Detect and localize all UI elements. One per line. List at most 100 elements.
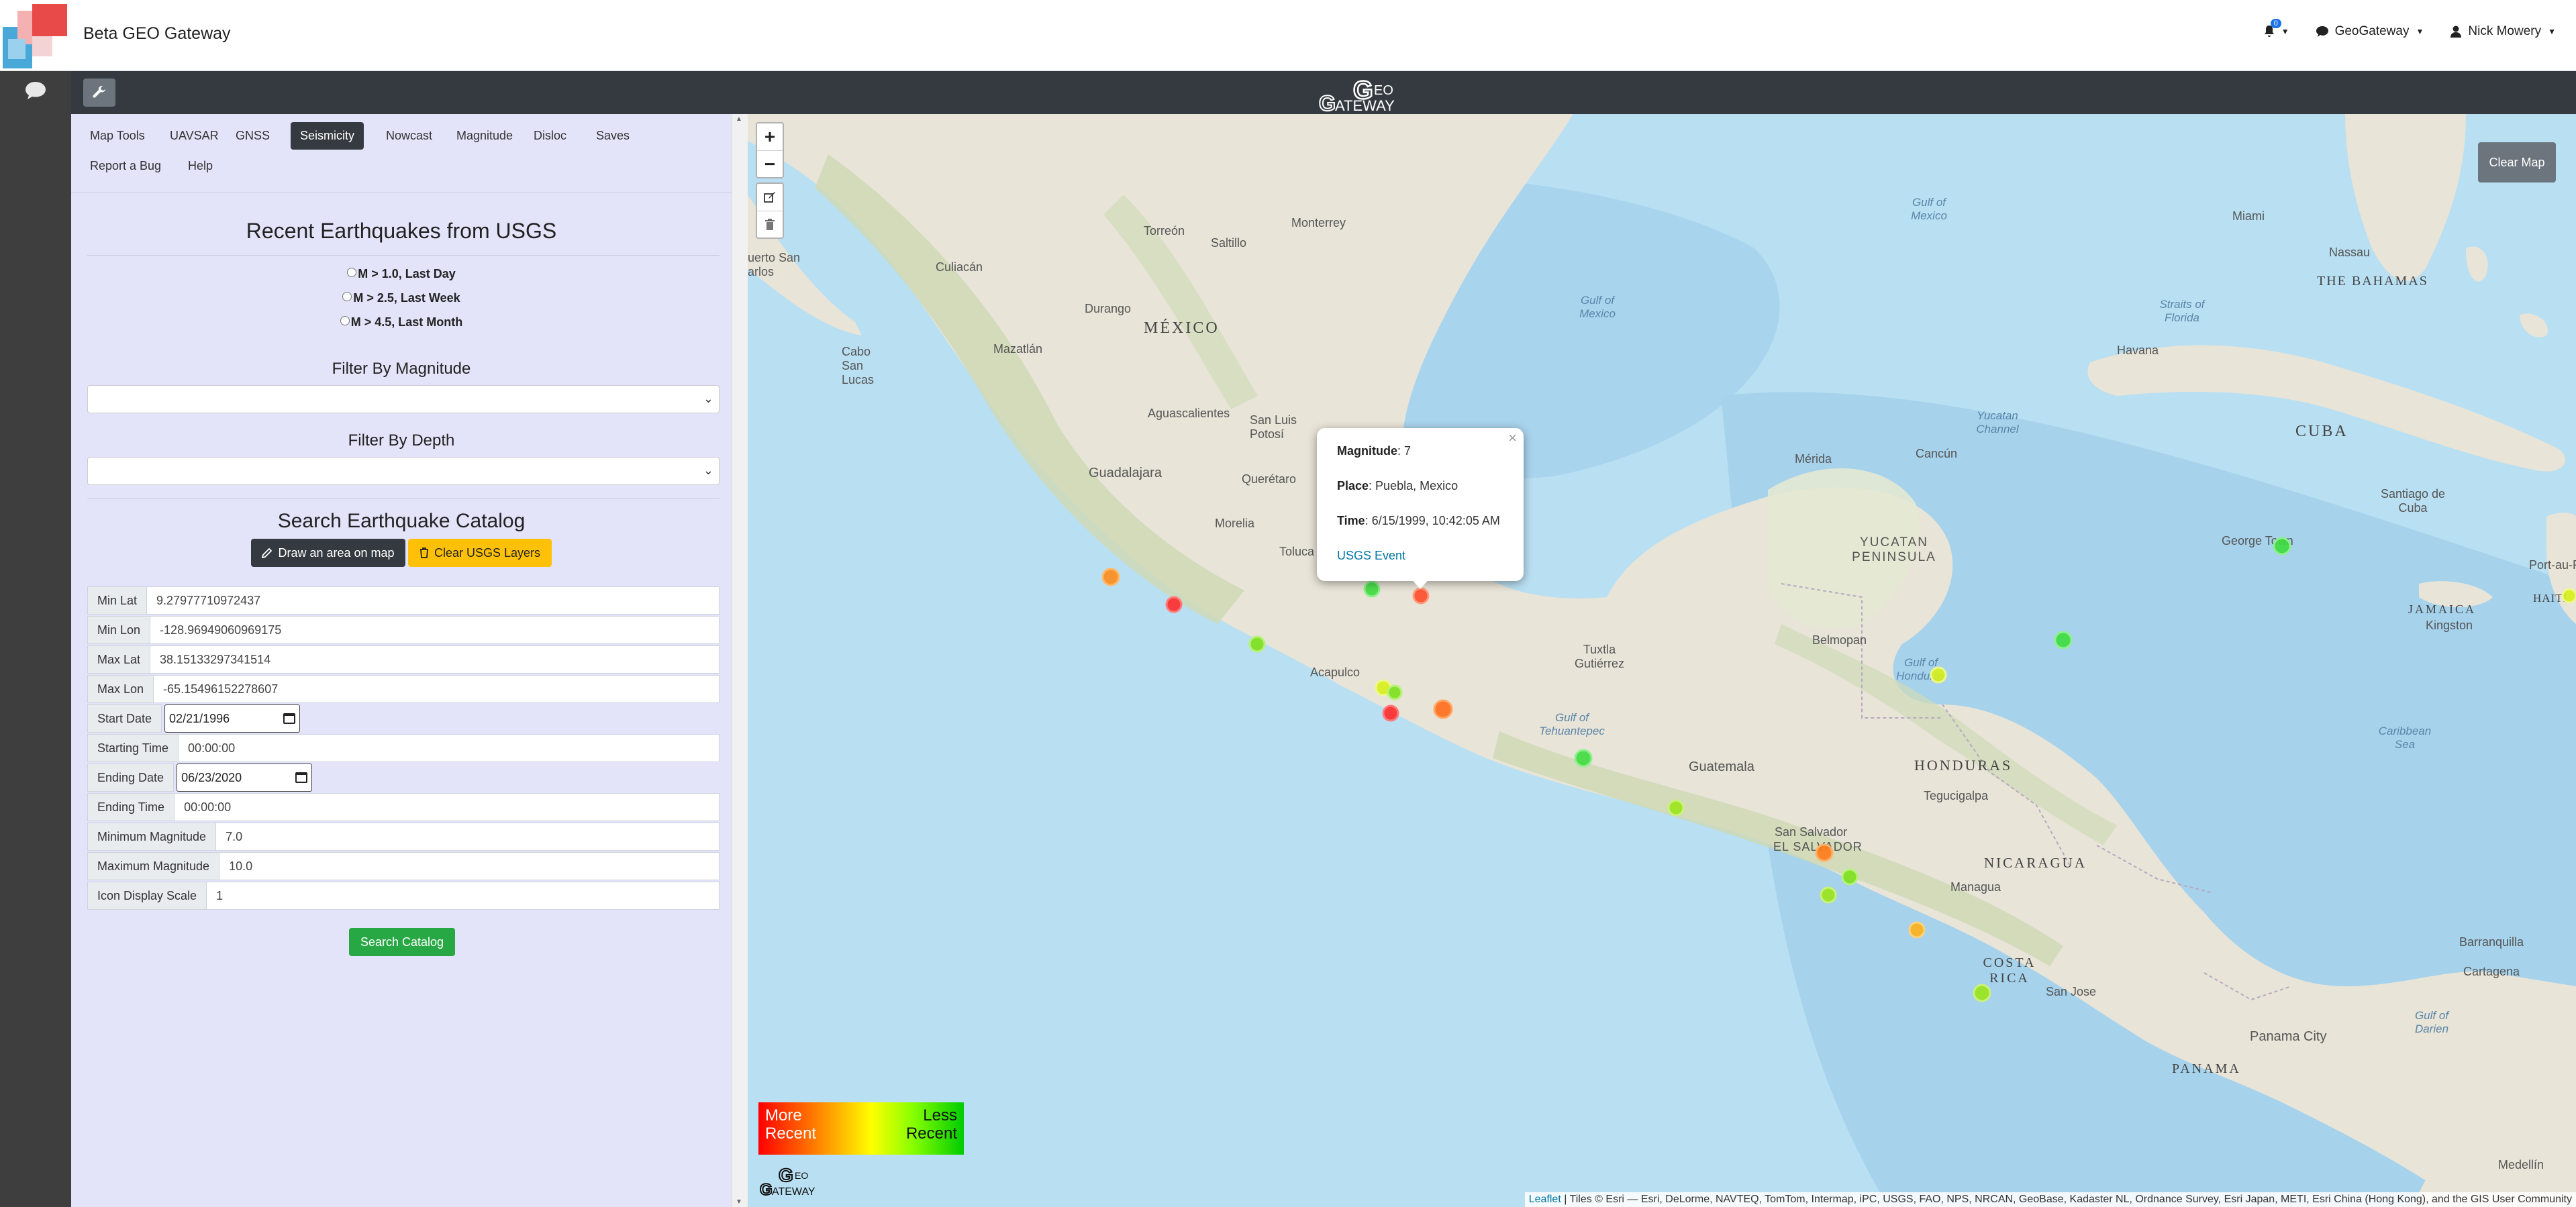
recent-option-label: M > 4.5, Last Month <box>350 315 463 329</box>
end-date-field: Ending Date 06/23/2020 <box>87 764 720 792</box>
start-date-input[interactable]: 02/21/1996 <box>164 704 301 733</box>
popup-time-label: Time <box>1337 514 1365 527</box>
tab-report-bug[interactable]: Report a Bug <box>81 152 170 180</box>
earthquake-marker[interactable] <box>1667 799 1685 817</box>
notifications-menu[interactable]: 0 ▼ <box>2264 19 2289 38</box>
min-lat-label: Min Lat <box>87 586 148 615</box>
toggle-panel-button[interactable] <box>83 78 115 107</box>
chevron-down-icon: ▼ <box>2416 27 2424 36</box>
panel-scrollbar[interactable]: ▲ ▼ <box>732 114 748 1207</box>
earthquake-marker[interactable] <box>1363 580 1381 598</box>
tab-seismicity[interactable]: Seismicity <box>291 122 364 150</box>
top-navbar: Beta GEO Gateway 0 ▼ GeoGateway ▼ Nick M… <box>0 0 2576 71</box>
min-lat-input[interactable]: 9.27977710972437 <box>147 586 720 615</box>
recent-option-week[interactable]: M > 2.5, Last Week <box>71 291 732 305</box>
project-menu[interactable]: GeoGateway ▼ <box>2316 24 2424 39</box>
svg-text:EO: EO <box>1374 83 1393 98</box>
earthquake-marker[interactable] <box>1382 704 1399 722</box>
end-date-input[interactable]: 06/23/2020 <box>177 764 313 792</box>
earthquake-marker[interactable] <box>1433 699 1453 719</box>
legend-less-recent: Less Recent <box>905 1106 957 1143</box>
earthquake-marker[interactable] <box>2273 537 2291 556</box>
max-lon-input[interactable]: -65.15496152278607 <box>154 675 720 703</box>
scroll-up-icon[interactable]: ▲ <box>736 115 742 123</box>
earthquake-marker[interactable] <box>1815 843 1834 862</box>
min-lon-label: Min Lon <box>87 616 151 644</box>
tab-magnitude[interactable]: Magnitude <box>447 122 522 150</box>
user-icon <box>2450 25 2462 38</box>
close-icon[interactable]: × <box>1508 429 1517 447</box>
scroll-down-icon[interactable]: ▼ <box>736 1198 742 1206</box>
pencil-icon <box>262 547 273 558</box>
draw-area-button[interactable]: Draw an area on map <box>251 539 405 567</box>
earthquake-popup: × Magnitude: 7 Place: Puebla, Mexico Tim… <box>1317 428 1524 581</box>
earthquake-marker[interactable] <box>1908 921 1926 939</box>
tab-disloc[interactable]: Disloc <box>524 122 576 150</box>
svg-text:G: G <box>779 1165 793 1186</box>
clear-usgs-layers-button[interactable]: Clear USGS Layers <box>408 539 552 567</box>
search-catalog-button[interactable]: Search Catalog <box>349 928 455 956</box>
radio-button[interactable] <box>347 268 357 277</box>
max-lat-input[interactable]: 38.15133297341514 <box>150 645 720 674</box>
leaflet-link[interactable]: Leaflet <box>1529 1194 1561 1205</box>
earthquake-marker[interactable] <box>1387 684 1403 700</box>
catalog-title: Search Earthquake Catalog <box>277 510 526 532</box>
tab-help[interactable]: Help <box>179 152 222 180</box>
radio-button[interactable] <box>340 316 350 325</box>
earthquake-marker[interactable] <box>1248 635 1266 653</box>
geogateway-logo[interactable] <box>3 4 67 68</box>
delete-layers-button[interactable] <box>757 211 783 238</box>
edit-layers-button[interactable] <box>757 184 783 211</box>
earthquake-marker[interactable] <box>1412 587 1430 605</box>
earthquake-marker[interactable] <box>1820 886 1837 904</box>
user-menu-label: Nick Mowery <box>2468 24 2542 38</box>
zoom-out-button[interactable]: − <box>757 150 783 177</box>
radio-button[interactable] <box>342 292 352 301</box>
earthquake-marker[interactable] <box>1101 568 1120 586</box>
earthquake-marker[interactable] <box>2561 588 2576 604</box>
calendar-icon[interactable] <box>283 713 296 724</box>
chat-icon[interactable] <box>24 81 47 101</box>
recency-legend: More Recent Less Recent <box>758 1102 964 1155</box>
draw-area-label: Draw an area on map <box>278 545 395 560</box>
max-magnitude-input[interactable]: 10.0 <box>219 852 720 880</box>
earthquake-marker[interactable] <box>2054 631 2073 649</box>
tab-map-tools[interactable]: Map Tools <box>81 122 154 150</box>
tab-gnss[interactable]: GNSS <box>226 122 279 150</box>
recent-option-month[interactable]: M > 4.5, Last Month <box>71 315 732 329</box>
clear-usgs-label: Clear USGS Layers <box>434 545 541 560</box>
recent-option-day[interactable]: M > 1.0, Last Day <box>71 267 732 281</box>
usgs-event-link[interactable]: USGS Event <box>1337 549 1405 563</box>
tab-saves[interactable]: Saves <box>587 122 639 150</box>
toolbar-strip: G EO G ATEWAY <box>71 71 2576 114</box>
edit-icon <box>764 192 775 203</box>
map-attribution: Leaflet | Tiles © Esri — Esri, DeLorme, … <box>1524 1192 2576 1207</box>
user-menu[interactable]: Nick Mowery ▼ <box>2450 24 2556 39</box>
min-lon-input[interactable]: -128.96949060969175 <box>150 616 720 644</box>
navbar-right: 0 ▼ GeoGateway ▼ Nick Mowery ▼ <box>2264 19 2556 39</box>
end-time-input[interactable]: 00:00:00 <box>175 793 720 821</box>
start-time-input[interactable]: 00:00:00 <box>179 734 720 762</box>
min-magnitude-input[interactable]: 7.0 <box>216 823 720 851</box>
icon-scale-label: Icon Display Scale <box>87 882 207 910</box>
earthquake-marker[interactable] <box>1841 868 1859 886</box>
filter-depth-select[interactable]: ⌄ <box>87 457 720 485</box>
max-lon-field: Max Lon -65.15496152278607 <box>87 675 720 703</box>
tab-nowcast[interactable]: Nowcast <box>377 122 442 150</box>
clear-map-button[interactable]: Clear Map <box>2478 142 2556 182</box>
tab-uavsar[interactable]: UAVSAR <box>160 122 228 150</box>
svg-text:ATEWAY: ATEWAY <box>772 1186 815 1198</box>
map-view[interactable]: MÉXICO Monterrey Torreón Saltillo Culiac… <box>748 114 2576 1207</box>
calendar-icon[interactable] <box>295 772 308 783</box>
earthquake-marker[interactable] <box>1574 749 1593 768</box>
start-date-value: 02/21/1996 <box>169 711 230 725</box>
filter-depth-label: Filter By Depth <box>348 431 455 450</box>
filter-magnitude-select[interactable]: ⌄ <box>87 385 720 413</box>
recent-earthquakes-title: Recent Earthquakes from USGS <box>246 219 557 243</box>
chevron-down-icon: ▼ <box>2281 27 2289 36</box>
earthquake-marker[interactable] <box>1165 596 1183 613</box>
zoom-in-button[interactable]: + <box>757 123 783 150</box>
earthquake-marker[interactable] <box>1973 984 1991 1002</box>
earthquake-marker[interactable] <box>1930 666 1947 684</box>
icon-scale-input[interactable]: 1 <box>207 882 720 910</box>
